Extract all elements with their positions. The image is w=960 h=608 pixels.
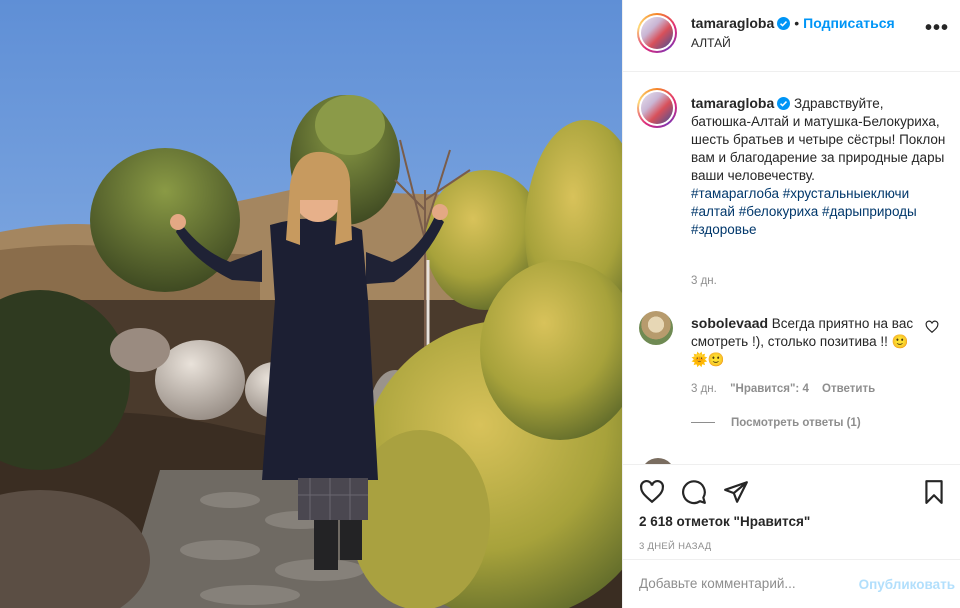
add-comment-bar: Опубликовать [623, 559, 960, 608]
more-options-icon[interactable]: ••• [925, 18, 949, 38]
comment-like-heart-icon[interactable] [925, 320, 939, 334]
paper-plane-icon[interactable] [723, 479, 749, 505]
comment-timestamp: 3 дн. [691, 383, 717, 395]
author-username[interactable]: tamaragloba [691, 15, 774, 31]
verified-badge-icon [777, 17, 791, 30]
heart-icon[interactable] [639, 479, 665, 505]
verified-badge-icon [777, 97, 791, 110]
reply-button[interactable]: Ответить [822, 383, 875, 395]
post-caption: tamaragloba Здравствуйте, батюшка-Алтай … [691, 94, 947, 239]
comments-section[interactable]: tamaragloba Здравствуйте, батюшка-Алтай … [623, 72, 960, 464]
view-replies-button[interactable]: Посмотреть ответы (1) [691, 417, 861, 429]
comment-likes-count[interactable]: "Нравится": 4 [730, 383, 809, 395]
post-location[interactable]: АЛТАЙ [691, 36, 731, 50]
caption-hashtags[interactable]: #тамараглоба #хрустальныеключи #алтай #б… [691, 186, 917, 237]
separator-dot: • [794, 15, 800, 31]
post-sidebar: tamaragloba • Подписаться АЛТАЙ ••• tamara… [622, 0, 960, 608]
likes-count[interactable]: 2 618 отметок "Нравится" [639, 514, 810, 529]
post-photo[interactable] [0, 0, 622, 608]
view-replies-label: Посмотреть ответы (1) [731, 417, 861, 429]
post-photo-image [0, 0, 622, 608]
post-date[interactable]: 3 ДНЕЙ НАЗАД [639, 541, 712, 552]
replies-divider [691, 422, 715, 424]
publish-button[interactable]: Опубликовать [859, 577, 955, 592]
comment-meta: 3 дн. "Нравится": 4 Ответить [691, 383, 885, 395]
follow-button[interactable]: Подписаться [803, 15, 895, 31]
caption-timestamp: 3 дн. [691, 275, 717, 287]
author-avatar[interactable] [637, 13, 677, 53]
bookmark-icon[interactable] [921, 479, 947, 505]
action-bar [623, 464, 960, 508]
comment-icon[interactable] [681, 479, 707, 505]
comment-input[interactable] [639, 576, 839, 591]
caption-avatar[interactable] [637, 88, 677, 128]
caption-username[interactable]: tamaragloba [691, 95, 774, 111]
comment-body: sobolevaad Всегда приятно на вас смотрет… [691, 314, 921, 369]
commenter-avatar[interactable] [639, 311, 673, 345]
post-header: tamaragloba • Подписаться АЛТАЙ ••• [623, 0, 960, 72]
commenter-username[interactable]: sobolevaad [691, 315, 768, 331]
